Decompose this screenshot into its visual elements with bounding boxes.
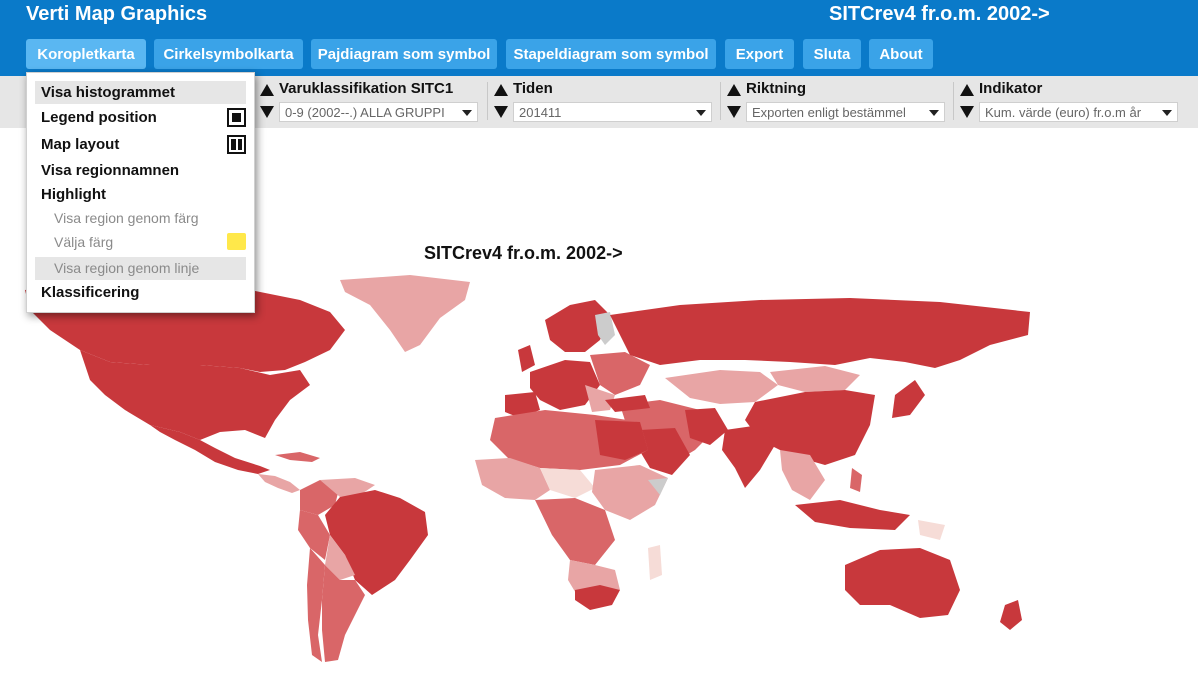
menu-visa-region-farg[interactable]: Visa region genom färg [35, 207, 246, 230]
south-america[interactable] [298, 478, 428, 662]
tiden-group: Tiden 201411 [494, 80, 714, 124]
arrow-up-icon[interactable] [960, 84, 974, 96]
region-kazakhstan[interactable] [665, 370, 778, 404]
riktning-value: Exporten enligt bestämmel [752, 105, 906, 120]
menu-visa-region-linje[interactable]: Visa region genom linje [35, 257, 246, 280]
chevron-down-icon [696, 110, 706, 116]
tiden-select[interactable]: 201411 [513, 102, 712, 122]
highlight-color-swatch[interactable] [227, 233, 246, 250]
map-layout-icon[interactable] [227, 135, 246, 154]
region-greenland[interactable] [340, 275, 470, 352]
arrow-down-icon[interactable] [960, 106, 974, 118]
layout-icon-left [231, 139, 236, 150]
menu-klassificering[interactable]: Klassificering [35, 281, 246, 304]
region-japan[interactable] [892, 380, 925, 418]
region-indonesia[interactable] [795, 500, 910, 530]
chevron-down-icon [929, 110, 939, 116]
menu-map-layout[interactable]: Map layout [35, 133, 246, 156]
region-uk[interactable] [518, 345, 535, 372]
region-sahel[interactable] [540, 468, 595, 498]
region-png[interactable] [918, 520, 945, 540]
region-australia[interactable] [845, 548, 960, 618]
arrow-down-icon[interactable] [494, 106, 508, 118]
region-madagascar[interactable] [648, 545, 662, 580]
riktning-label: Riktning [746, 80, 806, 97]
indikator-select[interactable]: Kum. värde (euro) fr.o.m år [979, 102, 1178, 122]
divider [487, 82, 488, 120]
arrow-down-icon[interactable] [727, 106, 741, 118]
tiden-value: 201411 [519, 105, 562, 120]
app-title: Verti Map Graphics [26, 3, 208, 25]
nav-export[interactable]: Export [725, 39, 794, 69]
menu-valja-farg-label: Välja färg [54, 234, 114, 250]
app-subtitle: SITCrev4 fr.o.m. 2002-> [829, 3, 1050, 25]
menu-highlight[interactable]: Highlight [35, 183, 246, 206]
nav-koropletkarta[interactable]: Koropletkarta [26, 39, 146, 69]
region-central-america[interactable] [258, 474, 300, 493]
varuklass-label: Varuklassifikation SITC1 [279, 80, 454, 97]
menu-legend-position-label: Legend position [41, 109, 157, 126]
chevron-down-icon [462, 110, 472, 116]
region-peru[interactable] [298, 510, 330, 560]
varuklass-value: 0-9 (2002--.) ALLA GRUPPI [285, 105, 445, 120]
divider [953, 82, 954, 120]
chevron-down-icon [1162, 110, 1172, 116]
asia[interactable] [605, 298, 1030, 540]
divider [720, 82, 721, 120]
indikator-group: Indikator Kum. värde (euro) fr.o.m år [960, 80, 1180, 124]
map-title: SITCrev4 fr.o.m. 2002-> [424, 243, 623, 263]
layout-icon-right [238, 139, 242, 150]
varuklass-select[interactable]: 0-9 (2002--.) ALLA GRUPPI [279, 102, 478, 122]
tiden-label: Tiden [513, 80, 553, 97]
indikator-value: Kum. värde (euro) fr.o.m år [985, 105, 1142, 120]
region-philippines[interactable] [850, 468, 862, 492]
menu-map-layout-label: Map layout [41, 136, 120, 153]
africa[interactable] [475, 410, 668, 610]
nav-cirkelsymbolkarta[interactable]: Cirkelsymbolkarta [154, 39, 303, 69]
arrow-up-icon[interactable] [494, 84, 508, 96]
menu-visa-histogrammet[interactable]: Visa histogrammet [35, 81, 246, 104]
legend-position-icon[interactable] [227, 108, 246, 127]
arrow-up-icon[interactable] [260, 84, 274, 96]
nav-sluta[interactable]: Sluta [803, 39, 861, 69]
region-south-africa[interactable] [575, 585, 620, 610]
nav-about[interactable]: About [869, 39, 933, 69]
nav-pajdiagram[interactable]: Pajdiagram som symbol [311, 39, 497, 69]
menu-valja-farg[interactable]: Välja färg [35, 231, 246, 254]
arrow-up-icon[interactable] [727, 84, 741, 96]
menu-legend-position[interactable]: Legend position [35, 106, 246, 129]
riktning-select[interactable]: Exporten enligt bestämmel [746, 102, 945, 122]
riktning-group: Riktning Exporten enligt bestämmel [727, 80, 947, 124]
varuklass-group: Varuklassifikation SITC1 0-9 (2002--.) A… [260, 80, 480, 124]
region-russia[interactable] [610, 298, 1030, 368]
region-caribbean[interactable] [275, 452, 320, 462]
menu-visa-regionnamnen[interactable]: Visa regionnamnen [35, 159, 246, 182]
region-central-africa[interactable] [535, 498, 615, 565]
region-india[interactable] [722, 425, 775, 488]
nav-stapeldiagram[interactable]: Stapeldiagram som symbol [506, 39, 716, 69]
arrow-down-icon[interactable] [260, 106, 274, 118]
app-header: Verti Map Graphics SITCrev4 fr.o.m. 2002… [0, 0, 1198, 76]
oceania[interactable] [845, 548, 1022, 630]
region-mongolia[interactable] [770, 366, 860, 392]
region-new-zealand[interactable] [1000, 600, 1022, 630]
indikator-label: Indikator [979, 80, 1043, 97]
legend-position-icon-inner [232, 113, 241, 122]
region-western-europe[interactable] [530, 360, 600, 410]
visualization-menu: Visa histogrammet Legend position Map la… [26, 72, 255, 313]
world-map[interactable] [0, 265, 1198, 680]
